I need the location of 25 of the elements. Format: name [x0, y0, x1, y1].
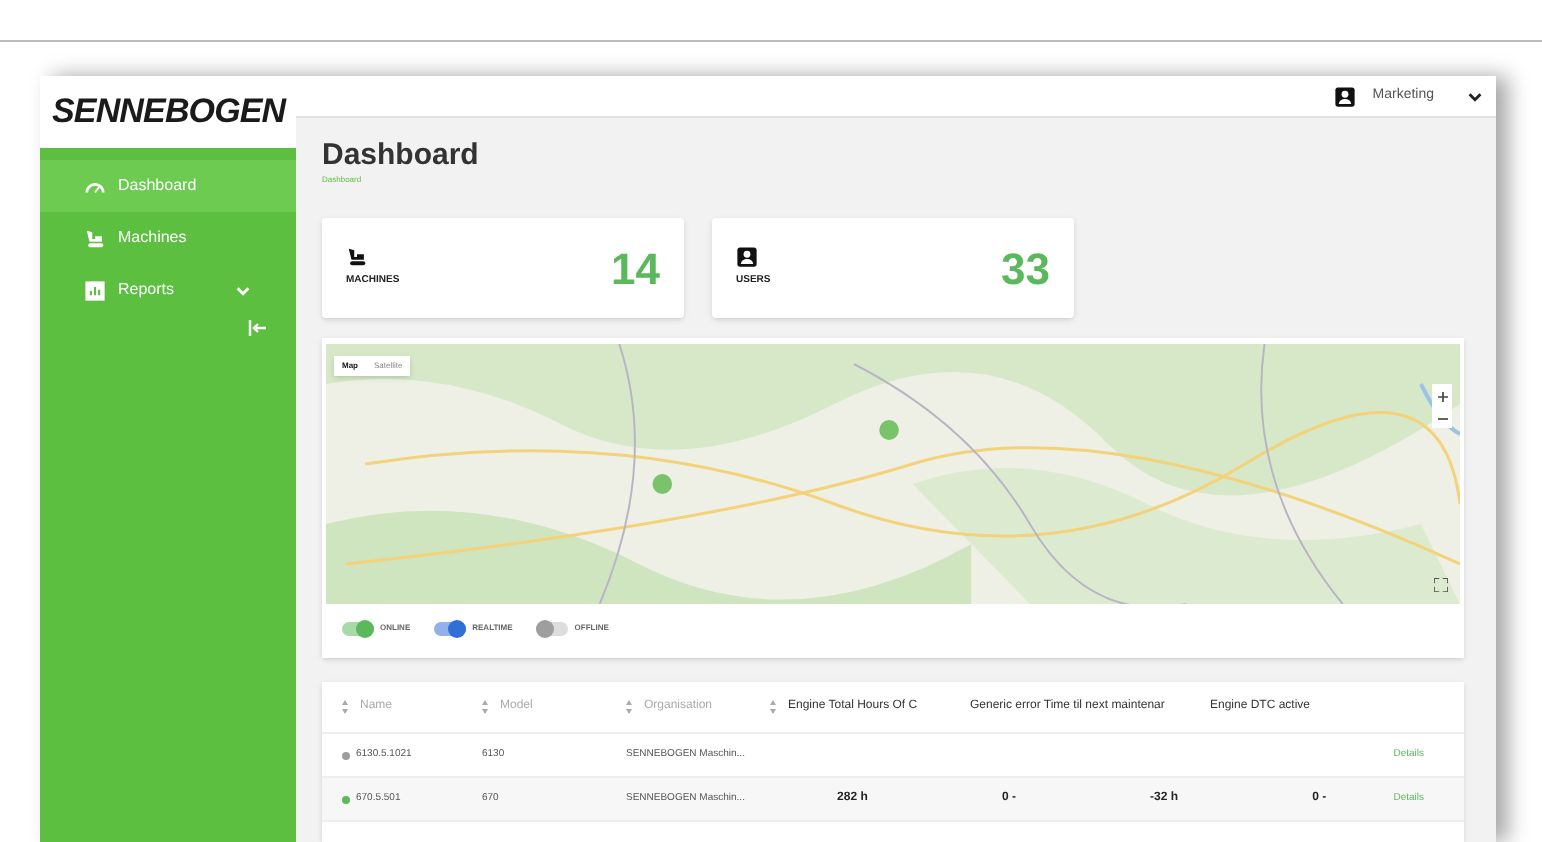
sidebar-item[interactable]: Reports [40, 264, 296, 316]
stat-value: 14 [611, 241, 660, 297]
stat-value: 33 [1001, 241, 1050, 297]
toggle-switch[interactable] [434, 621, 467, 635]
sort-icon[interactable] [770, 700, 776, 714]
sort-icon[interactable] [626, 700, 632, 714]
excavator-icon [84, 227, 106, 249]
chart-icon [84, 279, 106, 301]
page-title: Dashboard [322, 138, 481, 174]
sort-icon[interactable] [482, 700, 488, 714]
toggle-switch[interactable] [342, 621, 374, 635]
sidebar-item[interactable]: Machines [40, 212, 296, 264]
plus-icon[interactable] [1437, 392, 1447, 402]
fullscreen-icon[interactable] [1434, 578, 1448, 592]
collapse-icon[interactable] [248, 320, 268, 336]
excavator-icon [346, 246, 368, 269]
chevron-down-icon[interactable] [1466, 87, 1484, 105]
minus-icon[interactable] [1437, 418, 1447, 420]
sort-icon[interactable] [342, 700, 348, 714]
sidebar-item[interactable]: Dashboard [40, 160, 296, 212]
user-icon [1334, 85, 1357, 107]
user-icon [736, 246, 758, 269]
zoom-control[interactable] [1432, 384, 1452, 428]
toggle-switch[interactable] [536, 621, 569, 635]
logo: SENNEBOGEN [52, 90, 286, 135]
